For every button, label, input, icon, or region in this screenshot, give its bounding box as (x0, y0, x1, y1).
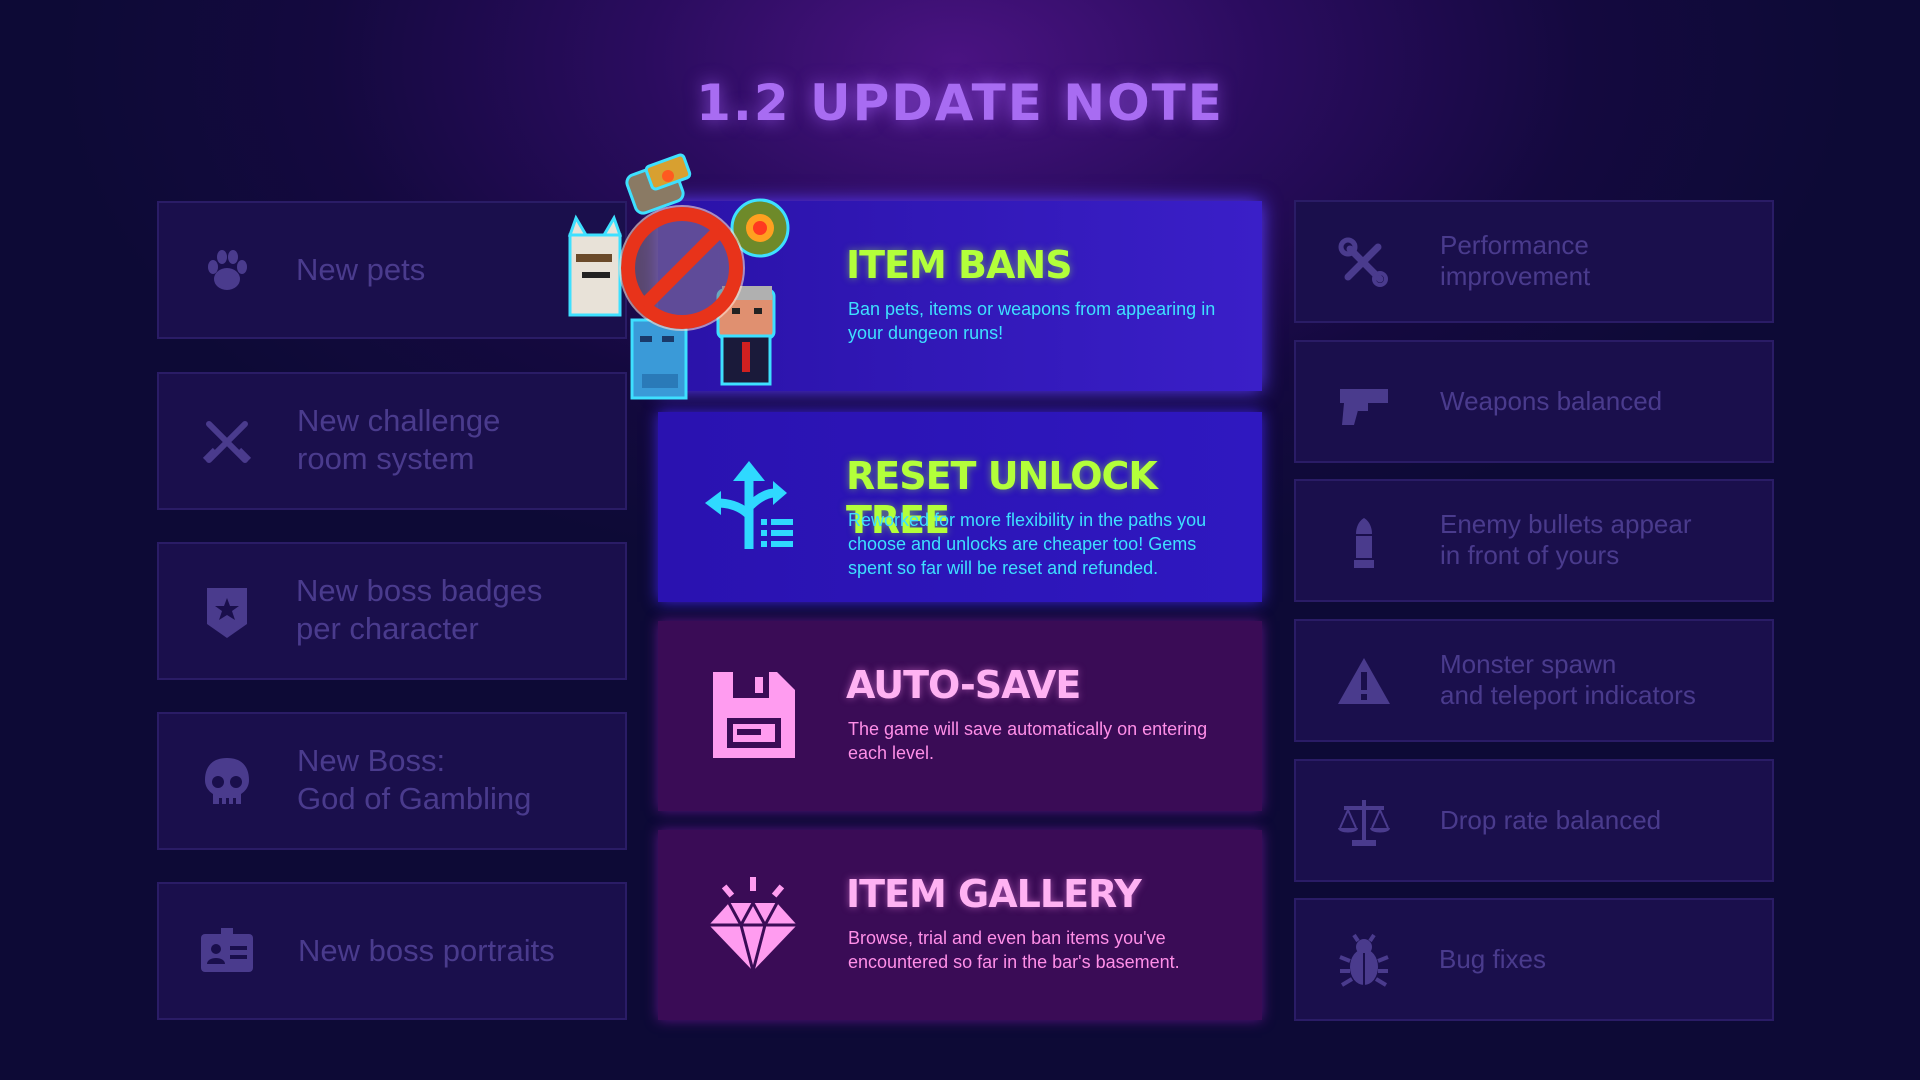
right-item-label: Monster spawn and teleport indicators (1440, 649, 1696, 710)
feature-title: ITEM GALLERY (846, 872, 1142, 916)
warning-icon (1336, 654, 1392, 710)
floppy-disk-icon (703, 666, 803, 766)
right-item-drop-rate[interactable]: Drop rate balanced (1294, 759, 1774, 882)
right-item-label: Drop rate balanced (1440, 805, 1662, 835)
feature-card-auto-save[interactable]: AUTO-SAVE The game will save automatical… (658, 621, 1262, 811)
badge-icon (199, 584, 255, 640)
left-item-label: New challenge room system (297, 403, 501, 476)
feature-title: AUTO-SAVE (846, 663, 1081, 707)
diamond-icon (703, 875, 803, 977)
left-item-label: New boss badges per character (296, 573, 543, 646)
branch-arrows-icon (703, 457, 803, 557)
paw-icon (199, 243, 255, 299)
right-item-label: Enemy bullets appear in front of yours (1440, 509, 1692, 570)
left-item-portraits[interactable]: New boss portraits (157, 882, 627, 1020)
ban-icon (560, 150, 810, 410)
tools-icon (1336, 235, 1392, 291)
pistol-icon (1336, 375, 1392, 431)
left-item-label: New pets (296, 252, 426, 287)
right-item-label: Weapons balanced (1440, 386, 1663, 416)
left-item-label: New Boss: God of Gambling (297, 743, 532, 816)
right-item-bullets[interactable]: Enemy bullets appear in front of yours (1294, 479, 1774, 602)
bug-icon (1336, 933, 1392, 989)
right-item-performance[interactable]: Performance improvement (1294, 200, 1774, 323)
feature-description: Ban pets, items or weapons from appearin… (848, 299, 1216, 343)
feature-description: Reworked for more flexibility in the pat… (848, 510, 1207, 578)
feature-card-item-gallery[interactable]: ITEM GALLERY Browse, trial and even ban … (658, 830, 1262, 1020)
left-item-label: New boss portraits (298, 933, 555, 968)
left-item-badges[interactable]: New boss badges per character (157, 542, 627, 680)
left-item-boss[interactable]: New Boss: God of Gambling (157, 712, 627, 850)
feature-description: Browse, trial and even ban items you've … (848, 928, 1180, 972)
left-item-pets[interactable]: New pets (157, 201, 627, 339)
feature-card-reset-unlock-tree[interactable]: RESET UNLOCK TREE Reworked for more flex… (658, 412, 1262, 602)
right-item-label: Bug fixes (1439, 944, 1546, 974)
bullet-icon (1336, 514, 1392, 570)
id-card-icon (199, 924, 255, 980)
right-item-indicators[interactable]: Monster spawn and teleport indicators (1294, 619, 1774, 742)
feature-description: The game will save automatically on ente… (848, 719, 1208, 763)
right-item-weapons[interactable]: Weapons balanced (1294, 340, 1774, 463)
right-item-bug-fixes[interactable]: Bug fixes (1294, 898, 1774, 1021)
left-item-challenge[interactable]: New challenge room system (157, 372, 627, 510)
crossed-swords-icon (199, 414, 255, 470)
page-title: 1.2 UPDATE NOTE (696, 74, 1224, 132)
right-item-label: Performance improvement (1440, 230, 1591, 291)
feature-title: ITEM BANS (846, 243, 1073, 287)
skull-icon (199, 754, 255, 810)
scales-icon (1336, 794, 1392, 850)
